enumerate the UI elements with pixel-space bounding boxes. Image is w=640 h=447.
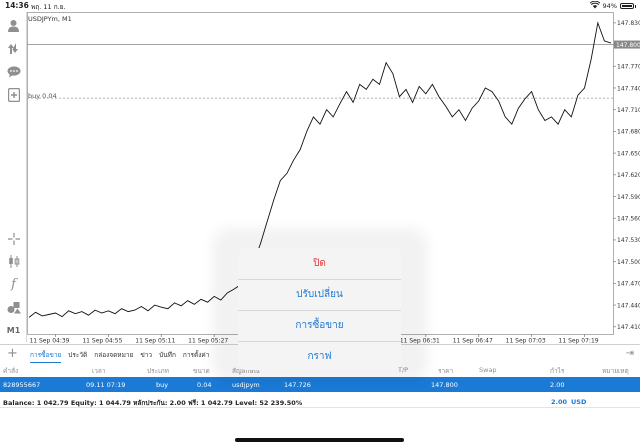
home-indicator[interactable]: [235, 438, 404, 442]
price-tick-label: 147.530: [617, 237, 640, 244]
price-tick-label: 147.590: [617, 194, 640, 201]
price-tick-label: 147.770: [617, 64, 640, 71]
battery-icon: [620, 2, 636, 10]
bid-price-badge-label: 147.800: [616, 42, 640, 49]
row-volume: 0.04: [197, 381, 212, 389]
header-type: ประเภท: [147, 367, 169, 375]
price-tick-label: 147.560: [617, 216, 640, 223]
price-tick-label: 147.830: [617, 20, 640, 27]
balance-text: Balance: 1 042.79 Equity: 1 044.79 หลักป…: [3, 399, 303, 407]
balance-summary: Balance: 1 042.79 Equity: 1 044.79 หลักป…: [0, 394, 640, 408]
balance-currency: USD: [571, 398, 587, 406]
tab-list: การซื้อขาย ประวัติ กล่องจดหมาย ข่าว บันท…: [30, 350, 209, 363]
price-tick-label: 147.620: [617, 172, 640, 179]
price-tick-label: 147.680: [617, 129, 640, 136]
tab-news[interactable]: ข่าว: [140, 350, 152, 363]
menu-item-trade[interactable]: การซื้อขาย: [238, 310, 401, 341]
tab-mailbox[interactable]: กล่องจดหมาย: [94, 350, 133, 363]
balance-profit-total: 2.00: [551, 398, 568, 406]
status-date: พฤ. 11 ก.ย.: [31, 2, 66, 11]
function-icon[interactable]: f: [5, 276, 22, 293]
context-menu: ปิด ปรับเปลี่ยน การซื้อขาย กราฟ: [238, 248, 401, 370]
menu-item-modify[interactable]: ปรับเปลี่ยน: [238, 279, 401, 310]
order-level-label: buy 0.04: [28, 92, 57, 100]
price-tick-label: 147.740: [617, 85, 640, 92]
price-tick-label: 147.500: [617, 259, 640, 266]
header-comment: หมายเหตุ: [602, 367, 629, 375]
price-tick-label: 147.440: [617, 302, 640, 309]
header-profit: กำไร: [550, 367, 565, 375]
row-symbol: usdjpym: [232, 381, 260, 389]
add-icon[interactable]: +: [7, 346, 18, 361]
trade-icon[interactable]: [5, 40, 22, 57]
price-tick-label: 147.710: [617, 107, 640, 114]
timeframe-m1[interactable]: M1: [5, 322, 22, 339]
status-right: 94%: [589, 0, 636, 11]
price-tick-label: 147.410: [617, 324, 640, 331]
tab-history[interactable]: ประวัติ: [68, 350, 87, 363]
price-tick-label: 147.650: [617, 150, 640, 157]
tab-settings[interactable]: การตั้งค่า: [183, 350, 209, 363]
header-order: คำสั่ง: [3, 367, 19, 375]
row-time: 09.11 07:19: [86, 381, 126, 389]
scroll-right-icon[interactable]: ⇥: [626, 348, 634, 359]
menu-item-chart[interactable]: กราฟ: [238, 341, 401, 370]
chat-icon[interactable]: [5, 63, 22, 80]
tab-journal[interactable]: บันทึก: [159, 350, 176, 363]
header-swap: Swap: [479, 366, 497, 374]
chart-symbol-label: USDJPYm, M1: [28, 15, 72, 23]
header-price: ราคา: [438, 367, 454, 375]
status-bar: 14:36 พฤ. 11 ก.ย. 94%: [0, 0, 640, 12]
row-order: 828955667: [3, 381, 41, 389]
header-volume: ขนาด: [193, 367, 210, 375]
candles-icon[interactable]: [5, 253, 22, 270]
objects-icon[interactable]: [5, 299, 22, 316]
left-toolbar: f M1: [0, 12, 27, 342]
tab-trade[interactable]: การซื้อขาย: [30, 350, 62, 363]
user-icon[interactable]: [5, 17, 22, 34]
status-time: 14:36: [5, 1, 29, 10]
row-profit: 2.00: [550, 381, 565, 389]
wifi-icon: [589, 0, 600, 11]
menu-item-close[interactable]: ปิด: [238, 248, 401, 279]
add-document-icon[interactable]: [5, 86, 22, 103]
crosshair-icon[interactable]: [5, 230, 22, 247]
row-price: 147.800: [431, 381, 458, 389]
battery-percent: 94%: [602, 2, 617, 10]
row-type: buy: [156, 381, 169, 389]
header-time: เวลา: [92, 367, 106, 375]
row-open-price: 147.726: [284, 381, 311, 389]
price-tick-label: 147.470: [617, 281, 640, 288]
